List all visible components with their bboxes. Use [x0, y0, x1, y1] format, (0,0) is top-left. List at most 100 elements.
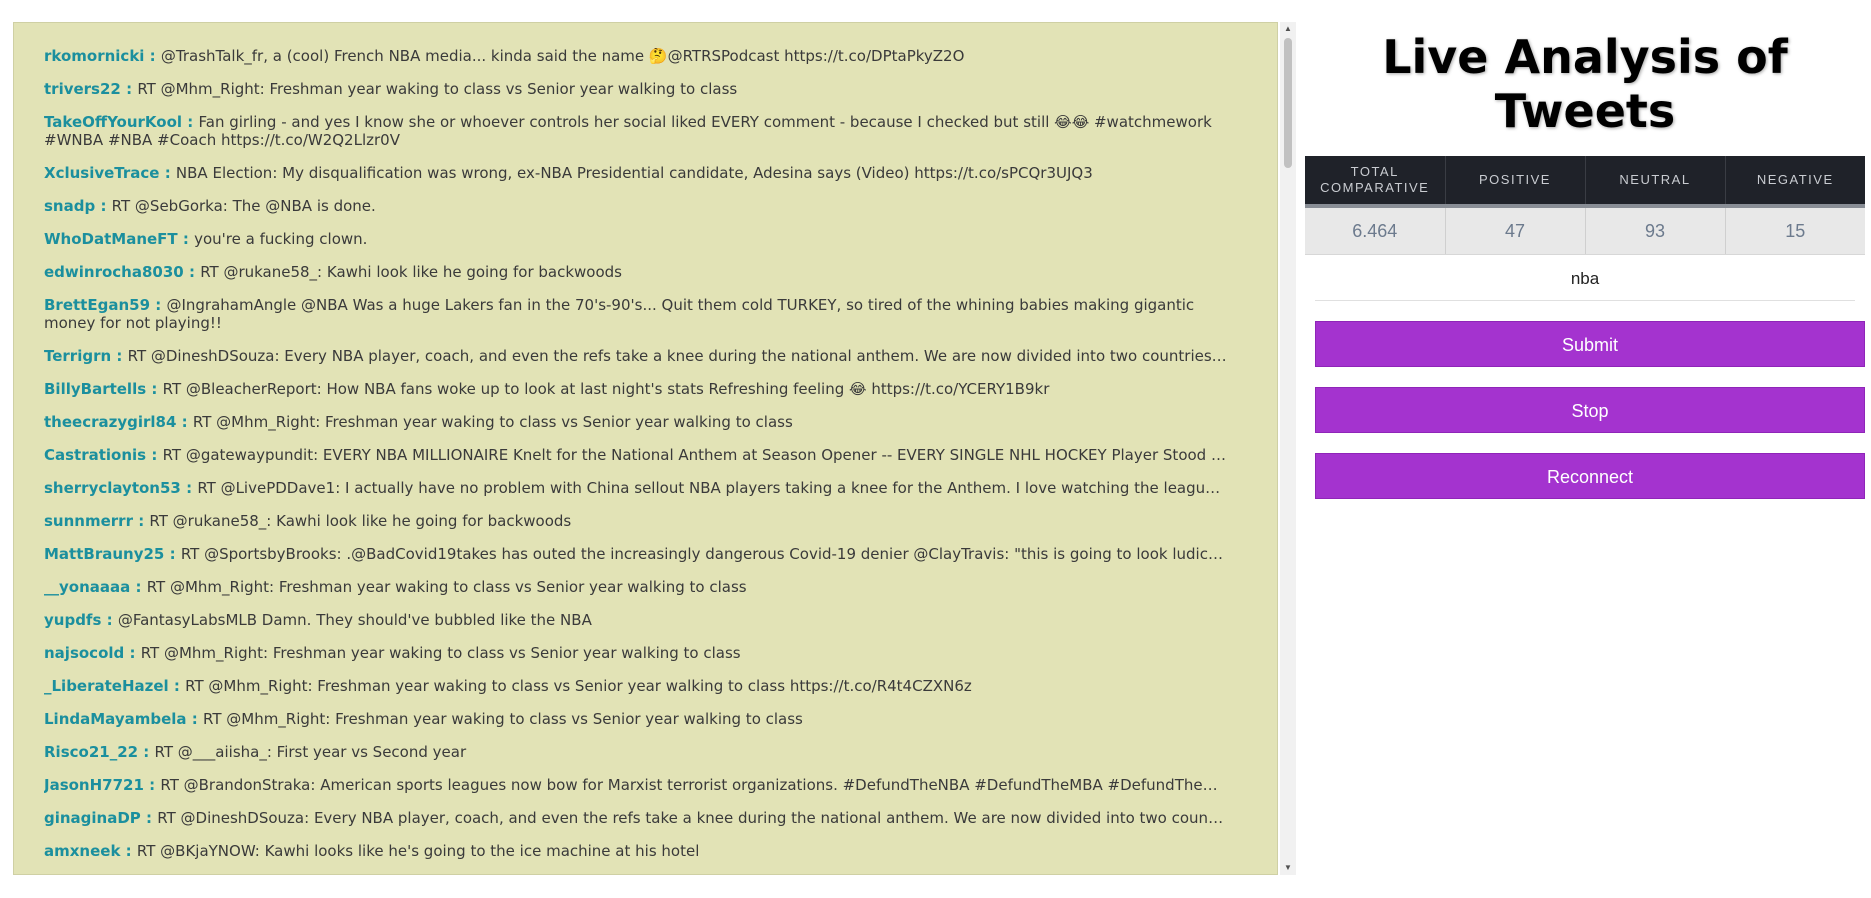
scroll-thumb[interactable] [1284, 38, 1292, 168]
tweet-item: ginaginaDP : RT @DineshDSouza: Every NBA… [44, 809, 1247, 827]
header-negative: NEGATIVE [1725, 156, 1865, 208]
tweet-item: sherryclayton53 : RT @LivePDDave1: I act… [44, 479, 1247, 497]
tweet-item: JasonH7721 : RT @BrandonStraka: American… [44, 776, 1247, 794]
tweet-text: RT @Mhm_Right: Freshman year waking to c… [192, 413, 793, 431]
tweet-username[interactable]: __yonaaaa [44, 578, 130, 596]
tweet-text: NBA Election: My disqualification was wr… [175, 164, 1093, 182]
tweet-item: LindaMayambela : RT @Mhm_Right: Freshman… [44, 710, 1247, 728]
tweet-username[interactable]: JasonH7721 [44, 776, 144, 794]
tweet-item: sunnmerrr : RT @rukane58_: Kawhi look li… [44, 512, 1247, 530]
tweet-separator: : [186, 710, 203, 728]
tweet-username[interactable]: yupdfs [44, 611, 101, 629]
tweet-username[interactable]: XclusiveTrace [44, 164, 159, 182]
tweet-username[interactable]: edwinrocha8030 [44, 263, 184, 281]
tweet-separator: : [120, 842, 137, 860]
tweet-item: TakeOffYourKool : Fan girling - and yes … [44, 113, 1247, 149]
tweet-text: @FantasyLabsMLB Damn. They should've bub… [117, 611, 592, 629]
tweet-separator: : [111, 347, 128, 365]
tweet-separator: : [143, 776, 161, 794]
tweet-text: RT @SportsbyBrooks: .@BadCovid19takes ha… [180, 545, 1247, 563]
tweet-separator: : [176, 413, 193, 431]
tweet-username[interactable]: Castrationis [44, 446, 146, 464]
tweet-item: _LiberateHazel : RT @Mhm_Right: Freshman… [44, 677, 1247, 695]
tweet-username[interactable]: najsocold [44, 644, 124, 662]
analysis-panel: Live Analysis of Tweets TOTAL COMPARATIV… [1305, 22, 1865, 499]
tweet-separator: : [183, 263, 201, 281]
tweet-username[interactable]: LindaMayambela [44, 710, 187, 728]
tweet-username[interactable]: trivers22 [44, 80, 121, 98]
tweet-item: BillyBartells : RT @BleacherReport: How … [44, 380, 1247, 398]
tweet-item: Risco21_22 : RT @___aiisha_: First year … [44, 743, 1247, 761]
reconnect-button[interactable]: Reconnect [1315, 453, 1865, 499]
keyword-input[interactable] [1315, 257, 1855, 301]
tweet-text: @IngrahamAngle @NBA Was a huge Lakers fa… [44, 296, 1195, 332]
tweet-separator: : [146, 446, 163, 464]
tweet-username[interactable]: MattBrauny25 [44, 545, 164, 563]
sentiment-stats-table: TOTAL COMPARATIVE POSITIVE NEUTRAL NEGAT… [1305, 156, 1865, 255]
tweet-item: __yonaaaa : RT @Mhm_Right: Freshman year… [44, 578, 1247, 596]
tweet-username[interactable]: _LiberateHazel [44, 677, 169, 695]
tweet-text: you're a fucking clown. [194, 230, 368, 248]
tweet-username[interactable]: sherryclayton53 [44, 479, 181, 497]
tweet-item: amxneek : RT @BKjaYNOW: Kawhi looks like… [44, 842, 1247, 860]
tweet-text: RT @rukane58_: Kawhi look like he going … [200, 263, 622, 281]
tweet-separator: : [101, 611, 118, 629]
tweet-list: rkomornicki : @TrashTalk_fr, a (cool) Fr… [14, 23, 1277, 860]
stats-value-row: 6.464 47 93 15 [1305, 206, 1865, 255]
tweet-separator: : [130, 578, 147, 596]
tweet-text: RT @BleacherReport: How NBA fans woke up… [162, 380, 1050, 398]
feed-scrollbar[interactable]: ▲ ▼ [1280, 22, 1296, 875]
tweet-item: rkomornicki : @TrashTalk_fr, a (cool) Fr… [44, 47, 1247, 65]
scroll-up-arrow-icon[interactable]: ▲ [1280, 22, 1296, 36]
tweet-username[interactable]: TakeOffYourKool [44, 113, 182, 131]
tweet-separator: : [150, 296, 167, 314]
tweet-username[interactable]: Terrigrn [44, 347, 111, 365]
tweet-feed[interactable]: rkomornicki : @TrashTalk_fr, a (cool) Fr… [13, 22, 1278, 875]
tweet-separator: : [182, 113, 199, 131]
tweet-text: RT @DineshDSouza: Every NBA player, coac… [127, 347, 1227, 365]
tweet-text: RT @Mhm_Right: Freshman year waking to c… [202, 710, 803, 728]
tweet-text: RT @BrandonStraka: American sports leagu… [160, 776, 1231, 794]
tweet-separator: : [180, 479, 198, 497]
tweet-username[interactable]: theecrazygirl84 [44, 413, 176, 431]
value-negative: 15 [1725, 206, 1865, 255]
tweet-username[interactable]: BrettEgan59 [44, 296, 150, 314]
tweet-item: BrettEgan59 : @IngrahamAngle @NBA Was a … [44, 296, 1247, 332]
tweet-username[interactable]: ginaginaDP [44, 809, 141, 827]
tweet-separator: : [138, 743, 155, 761]
tweet-username[interactable]: Risco21_22 [44, 743, 138, 761]
header-total-comparative: TOTAL COMPARATIVE [1305, 156, 1446, 208]
value-positive: 47 [1445, 206, 1586, 255]
tweet-username[interactable]: amxneek [44, 842, 120, 860]
scroll-down-arrow-icon[interactable]: ▼ [1280, 861, 1296, 875]
tweet-item: MattBrauny25 : RT @SportsbyBrooks: .@Bad… [44, 545, 1247, 563]
tweet-separator: : [95, 197, 112, 215]
tweet-text: @TrashTalk_fr, a (cool) French NBA media… [160, 47, 965, 65]
tweet-separator: : [146, 380, 163, 398]
tweet-item: Castrationis : RT @gatewaypundit: EVERY … [44, 446, 1247, 464]
stats-header-row: TOTAL COMPARATIVE POSITIVE NEUTRAL NEGAT… [1305, 156, 1865, 208]
tweet-username[interactable]: rkomornicki [44, 47, 144, 65]
tweet-text: RT @gatewaypundit: EVERY NBA MILLIONAIRE… [162, 446, 1247, 464]
tweet-item: snadp : RT @SebGorka: The @NBA is done. [44, 197, 1247, 215]
tweet-separator: : [144, 47, 161, 65]
header-neutral: NEUTRAL [1585, 156, 1726, 208]
tweet-separator: : [124, 644, 141, 662]
tweet-item: XclusiveTrace : NBA Election: My disqual… [44, 164, 1247, 182]
tweet-username[interactable]: snadp [44, 197, 95, 215]
tweet-separator: : [132, 512, 150, 530]
tweet-username[interactable]: WhoDatManeFT [44, 230, 178, 248]
tweet-text: Fan girling - and yes I know she or whoe… [44, 113, 1212, 149]
tweet-separator: : [177, 230, 195, 248]
tweet-username[interactable]: BillyBartells [44, 380, 146, 398]
page-title: Live Analysis of Tweets [1382, 30, 1788, 138]
tweet-separator: : [159, 164, 176, 182]
header-positive: POSITIVE [1445, 156, 1586, 208]
tweet-item: Terrigrn : RT @DineshDSouza: Every NBA p… [44, 347, 1247, 365]
tweet-item: WhoDatManeFT : you're a fucking clown. [44, 230, 1247, 248]
tweet-separator: : [140, 809, 158, 827]
submit-button[interactable]: Submit [1315, 321, 1865, 367]
tweet-username[interactable]: sunnmerrr [44, 512, 133, 530]
tweet-item: theecrazygirl84 : RT @Mhm_Right: Freshma… [44, 413, 1247, 431]
stop-button[interactable]: Stop [1315, 387, 1865, 433]
